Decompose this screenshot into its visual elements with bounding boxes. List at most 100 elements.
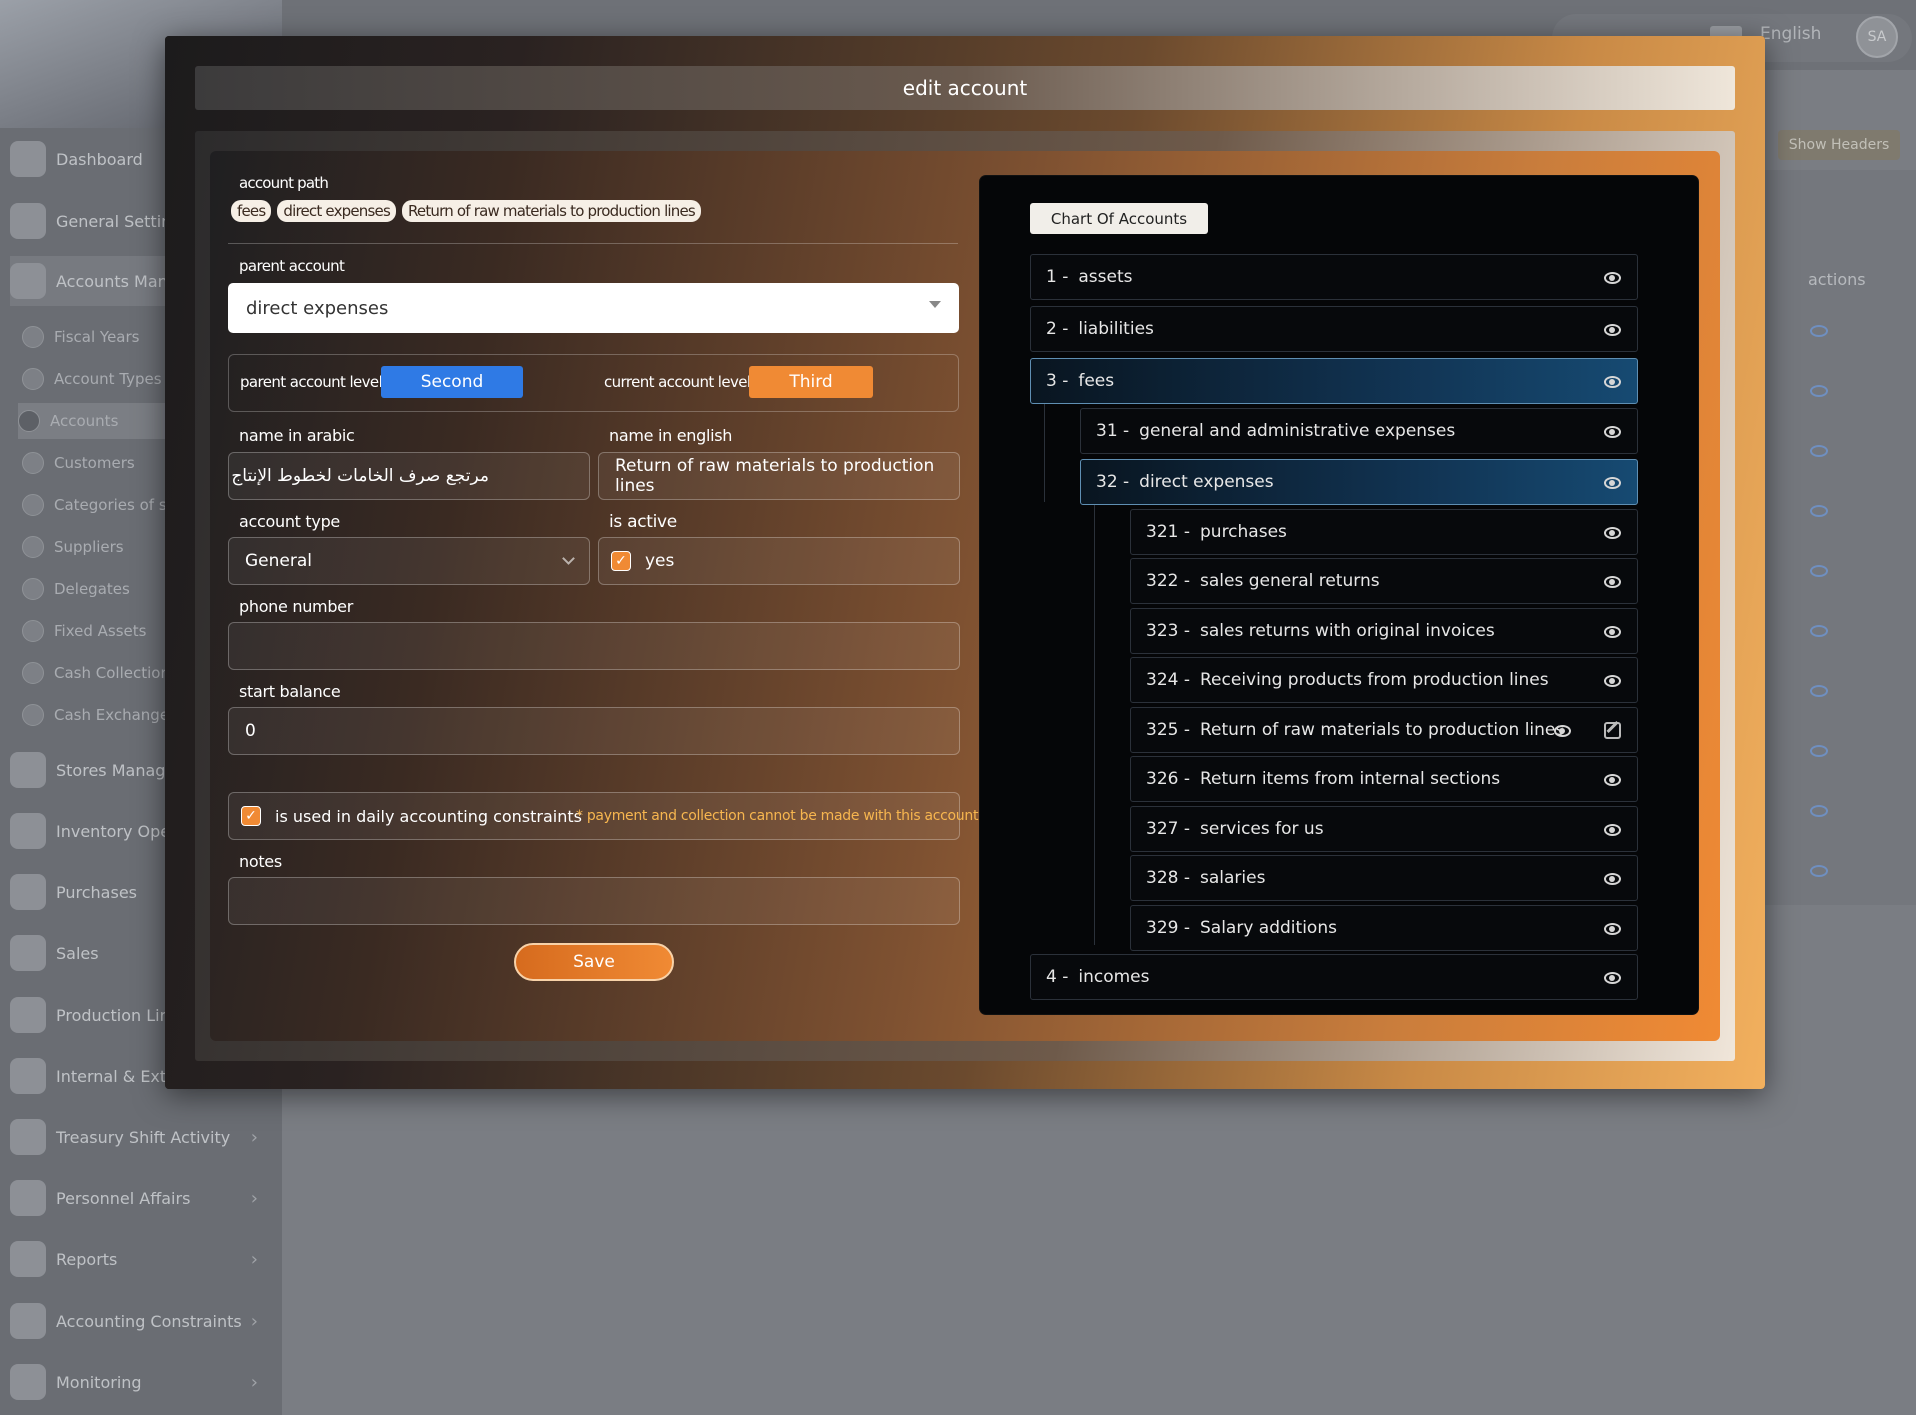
settings-icon <box>10 203 46 239</box>
circle-icon <box>22 452 44 474</box>
eye-icon[interactable] <box>1604 774 1621 786</box>
show-headers-button[interactable]: Show Headers <box>1778 130 1900 160</box>
eye-icon[interactable] <box>1604 376 1621 388</box>
eye-icon[interactable] <box>1604 477 1621 489</box>
phone-input[interactable] <box>228 622 960 670</box>
eye-icon[interactable] <box>1604 576 1621 588</box>
is-active-label: is active <box>609 512 677 532</box>
view-icon[interactable] <box>1810 505 1828 517</box>
view-icon[interactable] <box>1810 625 1828 637</box>
account-number: 329 - <box>1146 918 1190 938</box>
eye-icon[interactable] <box>1604 272 1621 284</box>
breadcrumb: fees direct expenses Return of raw mater… <box>231 200 701 222</box>
tree-row-32-selected[interactable]: 32 - direct expenses <box>1080 459 1638 505</box>
parent-account-label: parent account <box>239 257 345 275</box>
eye-icon[interactable] <box>1604 824 1621 836</box>
account-number: 2 - <box>1046 319 1069 339</box>
save-button[interactable]: Save <box>514 943 674 981</box>
sidebar-item-label: Accounts <box>50 412 119 430</box>
building-icon <box>10 1058 46 1094</box>
account-name: direct expenses <box>1139 472 1274 492</box>
sidebar-item-monitoring[interactable]: Monitoring › <box>10 1357 272 1407</box>
breadcrumb-item[interactable]: direct expenses <box>277 200 396 222</box>
view-icon[interactable] <box>1810 865 1828 877</box>
name-english-label: name in english <box>609 426 733 445</box>
tree-row-324[interactable]: 324 - Receiving products from production … <box>1130 657 1638 703</box>
account-name: incomes <box>1078 967 1150 987</box>
eye-icon[interactable] <box>1604 873 1621 885</box>
tree-row-2[interactable]: 2 - liabilities <box>1030 306 1638 352</box>
eye-icon[interactable] <box>1604 626 1621 638</box>
breadcrumb-item[interactable]: fees <box>231 200 272 222</box>
name-english-input[interactable]: Return of raw materials to production li… <box>598 452 960 500</box>
eye-icon[interactable] <box>1604 972 1621 984</box>
view-icon[interactable] <box>1810 565 1828 577</box>
bag-icon <box>10 874 46 910</box>
view-icon[interactable] <box>1810 445 1828 457</box>
eye-icon[interactable] <box>1604 426 1621 438</box>
tree-row-323[interactable]: 323 - sales returns with original invoice… <box>1130 608 1638 654</box>
sidebar-item-reports[interactable]: Reports › <box>10 1234 272 1284</box>
inventory-icon <box>10 813 46 849</box>
view-icon[interactable] <box>1810 685 1828 697</box>
sidebar-item-label: Monitoring <box>56 1372 142 1392</box>
home-icon <box>10 141 46 177</box>
daily-constraints-checkbox[interactable]: ✓ <box>241 806 261 826</box>
eye-icon[interactable] <box>1604 675 1621 687</box>
tree-row-3-selected[interactable]: 3 - fees <box>1030 358 1638 404</box>
eye-icon[interactable] <box>1604 923 1621 935</box>
parent-level-badge: Second <box>381 366 523 398</box>
eye-icon[interactable] <box>1604 324 1621 336</box>
account-name: salaries <box>1200 868 1266 888</box>
view-icon[interactable] <box>1810 385 1828 397</box>
tree-row-327[interactable]: 327 - services for us <box>1130 806 1638 852</box>
chevron-right-icon: › <box>250 1126 258 1148</box>
account-name: general and administrative expenses <box>1139 421 1456 441</box>
current-level-badge: Third <box>749 366 873 398</box>
edit-icon[interactable] <box>1604 722 1621 739</box>
eye-icon[interactable] <box>1604 527 1621 539</box>
tree-row-325[interactable]: 325 - Return of raw materials to producti… <box>1130 707 1638 753</box>
parent-account-select[interactable]: direct expenses <box>228 283 959 333</box>
account-name: Receiving products from production lines <box>1200 670 1549 690</box>
circle-icon <box>22 494 44 516</box>
account-number: 327 - <box>1146 819 1190 839</box>
sidebar-item-label: Personnel Affairs <box>56 1188 191 1208</box>
sidebar-item-label: Accounting Constraints <box>56 1311 242 1331</box>
tree-row-4[interactable]: 4 - incomes <box>1030 954 1638 1000</box>
breadcrumb-item[interactable]: Return of raw materials to production li… <box>401 200 701 222</box>
start-balance-input[interactable]: 0 <box>228 707 960 755</box>
sidebar-item-accounting-constraints[interactable]: Accounting Constraints › <box>10 1296 272 1346</box>
tree-row-31[interactable]: 31 - general and administrative expenses <box>1080 408 1638 454</box>
name-arabic-label: name in arabic <box>239 426 355 445</box>
eye-icon[interactable] <box>1554 725 1571 737</box>
sidebar-item-treasury-shift-activity[interactable]: Treasury Shift Activity › <box>10 1112 272 1162</box>
avatar[interactable]: SA <box>1856 16 1898 58</box>
tree-row-329[interactable]: 329 - Salary additions <box>1130 905 1638 951</box>
sidebar-item-label: Dashboard <box>56 149 143 169</box>
account-name: sales general returns <box>1200 571 1380 591</box>
account-name: Return items from internal sections <box>1200 769 1501 789</box>
start-balance-label: start balance <box>239 682 341 701</box>
tree-row-1[interactable]: 1 - assets <box>1030 254 1638 300</box>
sidebar-item-label: Fiscal Years <box>54 328 140 346</box>
tree-row-322[interactable]: 322 - sales general returns <box>1130 558 1638 604</box>
name-arabic-input[interactable]: مرتجع صرف الخامات لخطوط الإنتاج <box>228 452 590 500</box>
view-icon[interactable] <box>1810 805 1828 817</box>
tree-row-326[interactable]: 326 - Return items from internal sections <box>1130 756 1638 802</box>
sidebar-item-personnel-affairs[interactable]: Personnel Affairs › <box>10 1173 272 1223</box>
tree-row-328[interactable]: 328 - salaries <box>1130 855 1638 901</box>
tree-row-321[interactable]: 321 - purchases <box>1130 509 1638 555</box>
sidebar-item-label: Purchases <box>56 882 137 902</box>
is-active-field: ✓ yes <box>598 537 960 585</box>
view-icon[interactable] <box>1810 745 1828 757</box>
is-active-checkbox[interactable]: ✓ <box>611 551 631 571</box>
sidebar-item-label: Reports <box>56 1249 118 1269</box>
chevron-down-icon <box>562 552 575 565</box>
notes-input[interactable] <box>228 877 960 925</box>
view-icon[interactable] <box>1810 325 1828 337</box>
divider <box>228 243 958 244</box>
language-selector[interactable]: English <box>1760 24 1821 44</box>
chart-of-accounts-title-button[interactable]: Chart Of Accounts <box>1030 203 1208 234</box>
account-type-select[interactable]: General <box>228 537 590 585</box>
